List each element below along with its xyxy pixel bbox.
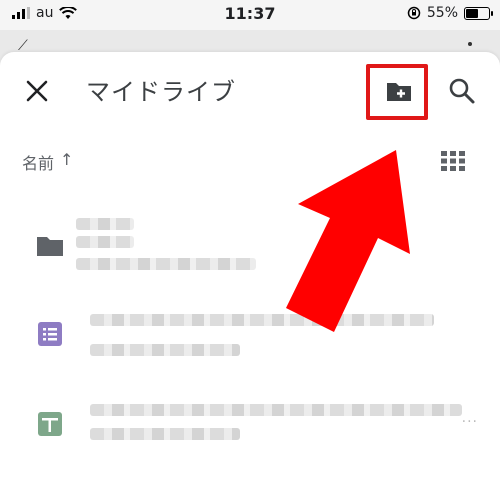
background-dot: [468, 42, 472, 46]
list-item[interactable]: [0, 302, 500, 372]
redacted-filename: [76, 236, 134, 248]
battery-fill: [466, 8, 479, 18]
highlight-box: [366, 64, 428, 120]
battery-icon: [464, 6, 493, 20]
sheets-icon: [38, 412, 62, 436]
redacted-details: [76, 258, 256, 270]
grid-view-icon[interactable]: [440, 148, 466, 174]
sort-arrow-icon[interactable]: ↑: [60, 150, 73, 169]
folder-icon: [37, 237, 63, 256]
redacted-details: [90, 428, 240, 440]
search-icon[interactable]: [447, 76, 477, 106]
status-right: 55%: [407, 5, 493, 21]
list-doc-icon: [38, 322, 62, 346]
page-title: マイドライブ: [86, 78, 236, 106]
annotation-arrow: [286, 150, 410, 332]
folder-picker-sheet: マイドライブ 名前 ↑ ···: [0, 52, 500, 478]
battery-percent: 55%: [426, 5, 458, 21]
redacted-details: [90, 344, 240, 356]
more-options-icon[interactable]: ···: [462, 414, 478, 430]
sheet-header: マイドライブ: [0, 52, 500, 128]
rotation-lock-icon: [407, 6, 421, 20]
sort-bar: 名前 ↑: [0, 148, 500, 176]
list-item[interactable]: ···: [0, 392, 500, 462]
redacted-filename: [76, 218, 134, 230]
list-item[interactable]: [0, 210, 500, 280]
close-icon[interactable]: [24, 78, 50, 104]
sort-name-button[interactable]: 名前: [22, 150, 54, 174]
status-bar: au 11:37 55%: [0, 0, 500, 30]
redacted-filename: [90, 404, 462, 416]
